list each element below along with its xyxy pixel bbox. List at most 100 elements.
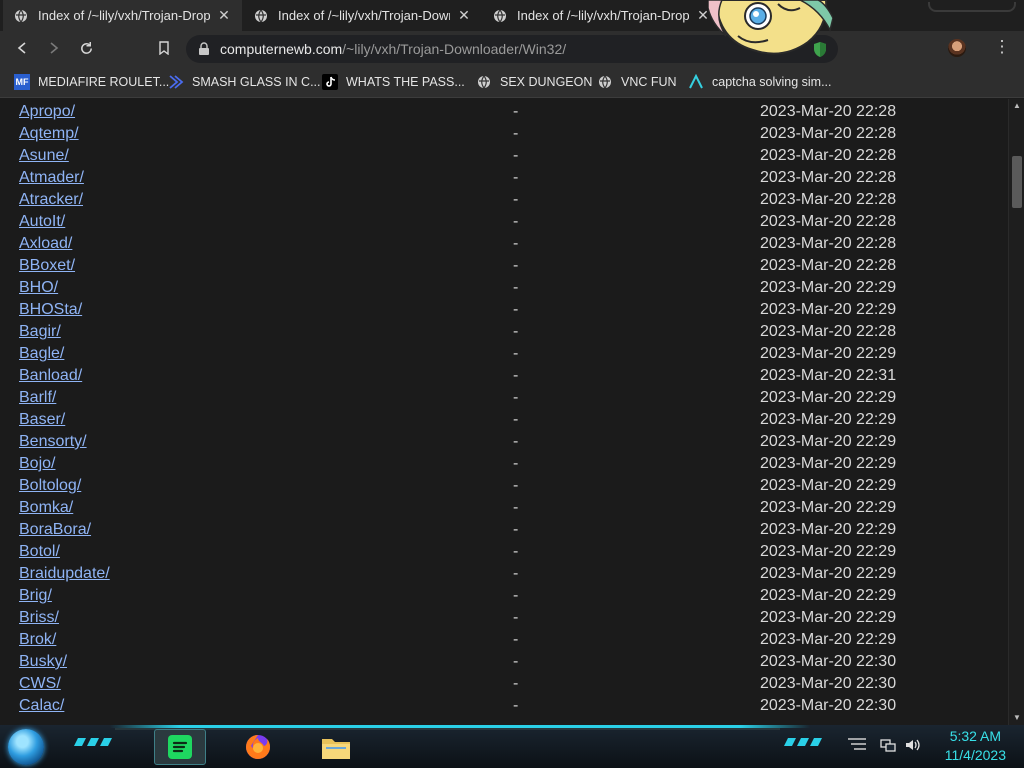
table-row: CWS/ - 2023-Mar-20 22:30 [0,673,1000,695]
back-button[interactable] [10,36,34,60]
directory-link[interactable]: Barlf/ [19,389,56,407]
directory-link[interactable]: Bensorty/ [19,433,87,451]
tab-trojan-dropper-2[interactable]: Index of /~lily/vxh/Trojan-Dropper ✕ [482,0,721,31]
directory-link[interactable]: Brok/ [19,631,56,649]
directory-link[interactable]: Atracker/ [19,191,83,209]
directory-link[interactable]: BHO/ [19,279,58,297]
table-row: Bojo/ - 2023-Mar-20 22:29 [0,453,1000,475]
size-cell: - [513,653,519,670]
size-cell: - [513,455,519,472]
profile-avatar[interactable] [948,39,966,57]
directory-link[interactable]: Briss/ [19,609,59,627]
vertical-scrollbar[interactable]: ▲ ▼ [1008,99,1024,725]
size-cell: - [513,675,519,692]
table-row: BHO/ - 2023-Mar-20 22:29 [0,277,1000,299]
size-cell: - [513,543,519,560]
directory-link[interactable]: BHOSta/ [19,301,82,319]
bookmark-vnc-fun[interactable]: VNC FUN [597,71,677,93]
bookmark-label: SMASH GLASS IN C... [192,75,321,89]
date-cell: 2023-Mar-20 22:29 [760,433,897,450]
browser-toolbar: computernewb.com/~lily/vxh/Trojan-Downlo… [0,31,1024,65]
bookmark-sex-dungeon[interactable]: SEX DUNGEON [476,71,592,93]
directory-link[interactable]: AutoIt/ [19,213,65,231]
bookmark-label: SEX DUNGEON [500,75,593,89]
table-row: Brok/ - 2023-Mar-20 22:29 [0,629,1000,651]
menu-icon[interactable]: ⋮ [992,37,1012,59]
chevron-decoration-icon [74,738,112,746]
reload-button[interactable] [74,36,98,60]
bookmark-whats-the-pass[interactable]: WHATS THE PASS... [322,71,465,93]
date-cell: 2023-Mar-20 22:28 [760,147,897,164]
tab-title: Index of /~lily/vxh/Trojan-Dropper [517,8,689,23]
tab-trojan-downloader[interactable]: Index of /~lily/vxh/Trojan-Downloader ✕ [243,0,482,31]
table-row: Asune/ - 2023-Mar-20 22:28 [0,145,1000,167]
tab-close-icon[interactable]: ✕ [456,7,472,24]
scroll-up-arrow-icon[interactable]: ▲ [1009,99,1024,113]
arrow-a-icon [689,74,703,89]
directory-link[interactable]: Busky/ [19,653,67,671]
directory-link[interactable]: Brig/ [19,587,52,605]
size-cell: - [513,125,519,142]
directory-link[interactable]: Banload/ [19,367,82,385]
date-cell: 2023-Mar-20 22:28 [760,169,897,186]
screen: Index of /~lily/vxh/Trojan-Dropper ✕ Ind… [0,0,1024,768]
directory-link[interactable]: Asune/ [19,147,69,165]
file-explorer-taskbar-button[interactable] [318,729,354,765]
directory-link[interactable]: Axload/ [19,235,72,253]
size-cell: - [513,323,519,340]
table-row: BBoxet/ - 2023-Mar-20 22:28 [0,255,1000,277]
directory-link[interactable]: Baser/ [19,411,65,429]
directory-link[interactable]: Aqtemp/ [19,125,79,143]
directory-link[interactable]: Calac/ [19,697,64,715]
firefox-taskbar-button[interactable] [240,729,276,765]
table-row: Briss/ - 2023-Mar-20 22:29 [0,607,1000,629]
window-frame-decoration [928,2,1016,12]
directory-link[interactable]: CWS/ [19,675,61,693]
tray-expand-icon[interactable] [846,737,868,754]
table-row: BoraBora/ - 2023-Mar-20 22:29 [0,519,1000,541]
scroll-down-arrow-icon[interactable]: ▼ [1009,711,1024,725]
directory-link[interactable]: Botol/ [19,543,60,561]
directory-link[interactable]: Bojo/ [19,455,55,473]
bookmark-button[interactable] [152,36,176,60]
date-cell: 2023-Mar-20 22:29 [760,345,897,362]
bookmark-captcha-solving[interactable]: captcha solving sim... [688,71,832,93]
size-cell: - [513,499,519,516]
tab-close-icon[interactable]: ✕ [216,7,232,24]
start-button[interactable] [8,729,44,765]
system-clock[interactable]: 5:32 AM 11/4/2023 [945,727,1006,765]
date-cell: 2023-Mar-20 22:30 [760,653,897,670]
directory-link[interactable]: BBoxet/ [19,257,75,275]
bracket-icon [169,75,184,89]
directory-link[interactable]: Bomka/ [19,499,73,517]
directory-link[interactable]: Bagir/ [19,323,61,341]
volume-icon[interactable] [904,737,922,756]
table-row-partial-top [0,99,1000,110]
bookmark-mediafire-roulette[interactable]: MF MEDIAFIRE ROULET... [14,71,169,93]
directory-link[interactable]: Boltolog/ [19,477,81,495]
directory-link[interactable]: Bagle/ [19,345,64,363]
bookmark-label: MEDIAFIRE ROULET... [38,75,170,89]
bookmark-smash-glass[interactable]: SMASH GLASS IN C... [168,71,321,93]
tab-trojan-dropper-1[interactable]: Index of /~lily/vxh/Trojan-Dropper ✕ [3,0,242,31]
date-cell: 2023-Mar-20 22:29 [760,499,897,516]
table-row: Barlf/ - 2023-Mar-20 22:29 [0,387,1000,409]
size-cell: - [513,389,519,406]
date-cell: 2023-Mar-20 22:29 [760,609,897,626]
table-row: Baser/ - 2023-Mar-20 22:29 [0,409,1000,431]
directory-link[interactable]: BoraBora/ [19,521,91,539]
size-cell: - [513,367,519,384]
directory-link[interactable]: Atmader/ [19,169,84,187]
scroll-thumb[interactable] [1012,156,1022,208]
table-row: Atmader/ - 2023-Mar-20 22:28 [0,167,1000,189]
network-icon[interactable] [880,737,896,756]
date-cell: 2023-Mar-20 22:30 [760,675,897,692]
firefox-icon [246,735,270,759]
size-cell: - [513,169,519,186]
tab-title: Index of /~lily/vxh/Trojan-Dropper [38,8,210,23]
table-row: Calac/ - 2023-Mar-20 22:30 [0,695,1000,717]
directory-link[interactable]: Braidupdate/ [19,565,110,583]
spotify-taskbar-button[interactable] [154,729,206,765]
forward-button[interactable] [42,36,66,60]
file-explorer-icon [322,739,350,759]
